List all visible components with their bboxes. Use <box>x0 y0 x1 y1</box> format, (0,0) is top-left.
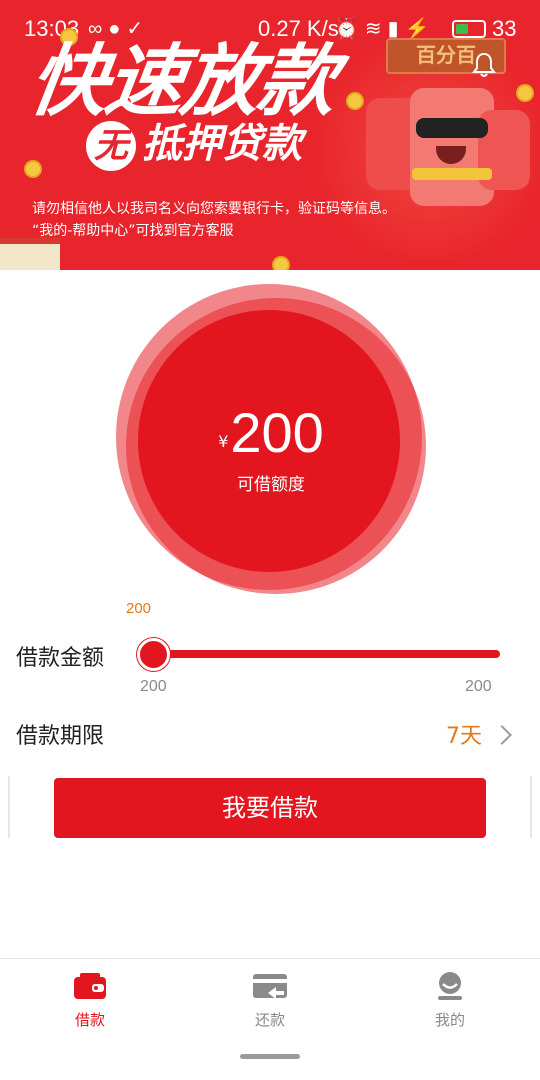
card-return-icon <box>253 974 287 999</box>
loan-term-label: 借款期限 <box>16 724 105 749</box>
loan-term-value[interactable]: 7天 <box>446 718 482 750</box>
coin-icon <box>516 84 534 102</box>
banner-subline-text: 抵押贷款 <box>142 121 302 167</box>
chevron-right-icon[interactable] <box>492 725 512 745</box>
notice-line-2: “我的-帮助中心”可找到官方客服 <box>32 223 234 239</box>
gift-box-icon <box>0 238 60 270</box>
screen: 13:03 ∞●✓ 0.27 K/s ⏰≋▮⚡ 33 快速放款 无抵押贷款 百分… <box>0 0 540 1080</box>
currency-symbol: ¥ <box>218 432 229 451</box>
bell-icon[interactable] <box>472 52 496 78</box>
divider <box>8 776 10 838</box>
nav-label-mine: 我的 <box>434 1011 465 1029</box>
charging-icon: ⚡ <box>404 18 436 40</box>
nav-item-mine[interactable]: 我的 <box>390 971 510 1030</box>
banner-no-mark: 无 <box>86 121 136 171</box>
battery-level <box>456 24 468 34</box>
coin-icon <box>24 160 42 178</box>
profile-icon <box>438 972 462 1000</box>
nav-item-repay[interactable]: 还款 <box>210 971 330 1030</box>
divider <box>530 776 532 838</box>
apply-loan-button[interactable]: 我要借款 <box>54 778 486 838</box>
loan-amount-label: 借款金额 <box>16 646 105 671</box>
nav-label-borrow: 借款 <box>74 1011 105 1029</box>
nav-label-repay: 还款 <box>254 1011 285 1029</box>
mascot-sunglasses <box>416 118 488 138</box>
banner-notice: 请勿相信他人以我司名义向您索要银行卡，验证码等信息。 “我的-帮助中心”可找到官… <box>32 198 396 242</box>
credit-amount-circle: ¥200 可借额度 <box>116 284 426 594</box>
coin-icon <box>272 256 290 270</box>
credit-amount: ¥200 <box>116 400 426 465</box>
signal-icon: ▮ <box>387 18 405 40</box>
wifi-icon: ≋ <box>364 18 388 40</box>
bell-icon-svg <box>472 52 496 77</box>
nav-item-borrow[interactable]: 借款 <box>30 971 150 1030</box>
banner-headline: 快速放款 <box>23 37 341 127</box>
slider-max-value: 200 <box>465 678 492 695</box>
bottom-nav: 借款 还款 我的 <box>0 958 540 1080</box>
promo-banner[interactable]: 13:03 ∞●✓ 0.27 K/s ⏰≋▮⚡ 33 快速放款 无抵押贷款 百分… <box>0 0 540 270</box>
credit-amount-label: 可借额度 <box>237 475 305 495</box>
loan-amount-slider-handle[interactable] <box>136 638 170 671</box>
banner-subline: 无抵押贷款 <box>86 120 302 171</box>
mascot-belt <box>412 168 492 180</box>
credit-amount-value: 200 <box>230 401 324 464</box>
battery-icon <box>452 20 486 38</box>
loan-amount-slider-track[interactable] <box>150 650 500 658</box>
notice-line-1: 请勿相信他人以我司名义向您索要银行卡，验证码等信息。 <box>32 201 396 217</box>
slider-current-value: 200 <box>126 600 152 617</box>
wallet-icon <box>74 973 106 999</box>
slider-min-value: 200 <box>140 678 167 695</box>
coin-icon <box>346 92 364 110</box>
home-indicator[interactable] <box>240 1054 300 1059</box>
